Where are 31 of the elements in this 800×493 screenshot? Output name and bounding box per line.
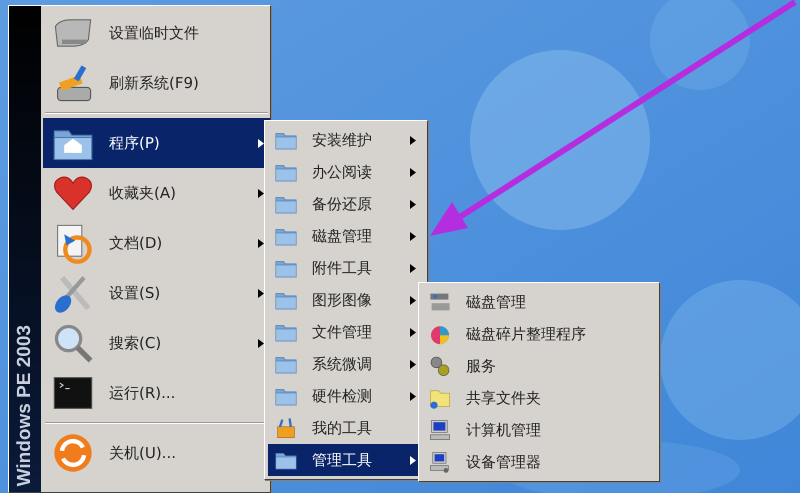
menu-item[interactable]: 设置临时文件 [43, 8, 270, 58]
menu-item[interactable]: 服务 [422, 350, 656, 382]
menu-item[interactable]: 磁盘管理 [422, 286, 656, 318]
computer-icon [428, 418, 452, 442]
submenu-arrow-icon [258, 188, 264, 198]
submenu-arrow-icon [258, 338, 264, 348]
submenu-arrow-icon [410, 328, 416, 336]
menu-item[interactable]: 磁盘碎片整理程序 [422, 318, 656, 350]
submenu-arrow-icon [410, 168, 416, 176]
submenu-arrow-icon [410, 136, 416, 144]
menu-item[interactable]: 计算机管理 [422, 414, 656, 446]
menu-item[interactable]: 办公阅读 [268, 156, 424, 188]
submenu-arrow-icon [410, 360, 416, 368]
submenu-arrow-icon [258, 288, 264, 298]
menu-item[interactable]: 磁盘管理 [268, 220, 424, 252]
submenu-arrow-icon [410, 232, 416, 240]
gears-icon [428, 354, 452, 378]
submenu-arrow-icon [410, 264, 416, 272]
menu-item[interactable]: 安装维护 [268, 124, 424, 156]
submenu-arrow-icon [410, 456, 416, 464]
sidebar-label: Windows PE 2003 [14, 324, 36, 486]
menu-item[interactable]: 设备管理器 [422, 446, 656, 478]
submenu-arrow-icon [258, 238, 264, 248]
menu-item[interactable]: 备份还原 [268, 188, 424, 220]
menu-item[interactable]: 共享文件夹 [422, 382, 656, 414]
submenu-arrow-icon [410, 200, 416, 208]
submenu-arrow-icon [410, 296, 416, 304]
menu-item[interactable]: 附件工具 [268, 252, 424, 284]
submenu-arrow-icon [410, 392, 416, 400]
menu-item[interactable]: 程序(P) [43, 118, 270, 168]
menu-item[interactable]: 刷新系统(F9) [43, 58, 270, 108]
